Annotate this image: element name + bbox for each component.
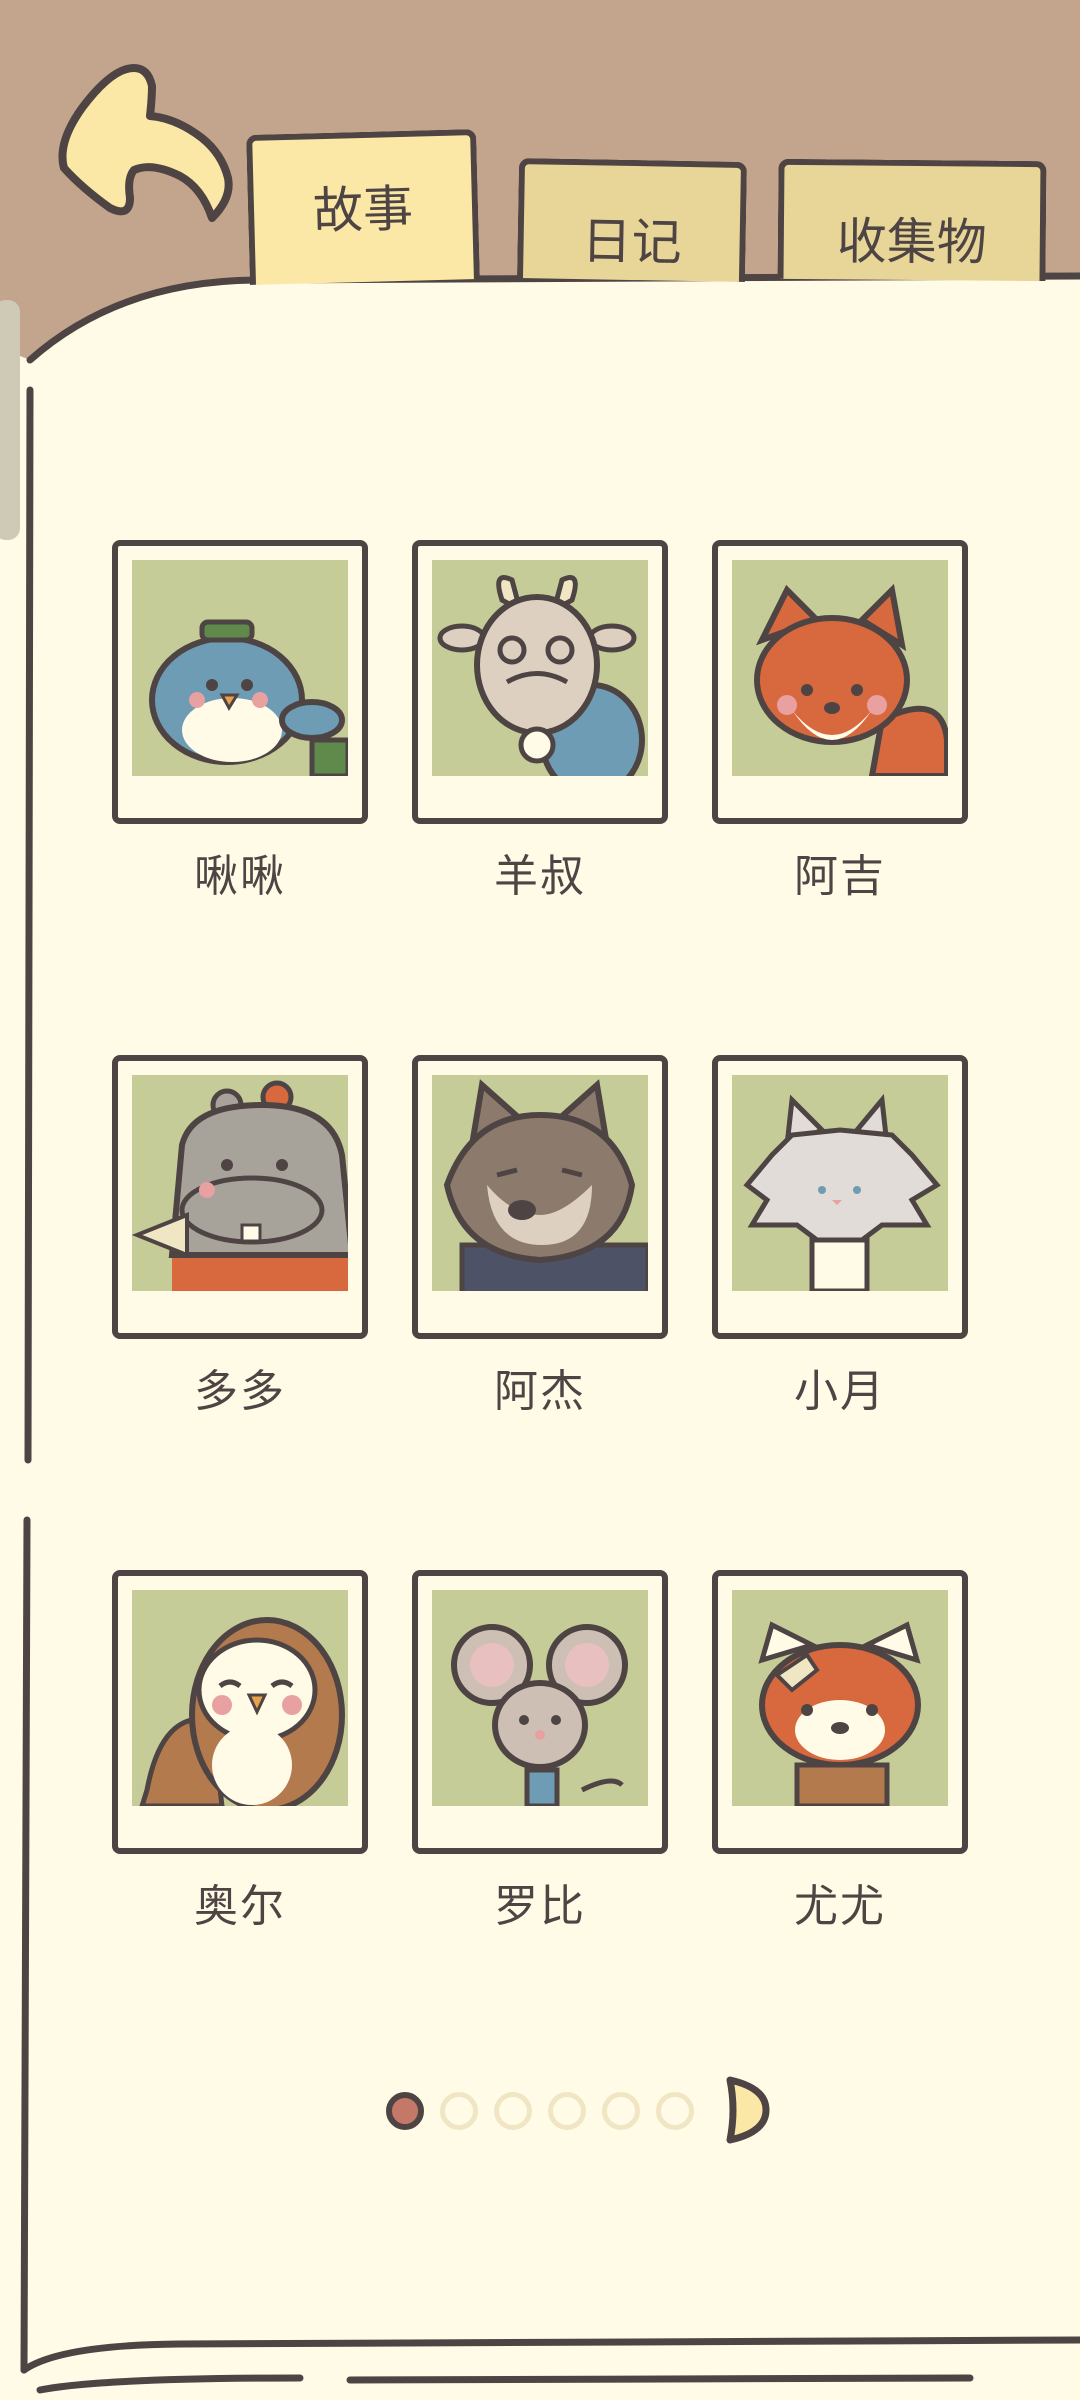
photo-frame	[412, 1055, 668, 1339]
photo-frame	[412, 1570, 668, 1854]
blue-bird-portrait	[132, 560, 348, 776]
character-name: 罗比	[494, 1881, 586, 1932]
character-card-youyou[interactable]: 尤尤	[712, 1570, 968, 1988]
character-name: 奥尔	[194, 1881, 286, 1932]
character-card-luobi[interactable]: 罗比	[412, 1570, 668, 1988]
character-name: 尤尤	[794, 1881, 886, 1932]
page-dot-3[interactable]	[494, 2092, 532, 2130]
page-dot-2[interactable]	[440, 2092, 478, 2130]
photo-frame	[712, 1570, 968, 1854]
white-cat-portrait	[732, 1075, 948, 1291]
character-card-jiujiu[interactable]: 啾啾	[112, 540, 368, 958]
page-dot-1[interactable]	[386, 2092, 424, 2130]
character-grid: 啾啾 羊叔 阿吉 多多 阿杰 小月 奥尔 罗比 尤尤	[0, 0, 1080, 2400]
photo-frame	[112, 1055, 368, 1339]
photo-frame	[112, 1570, 368, 1854]
character-card-ajie[interactable]: 阿杰	[412, 1055, 668, 1473]
character-card-duoduo[interactable]: 多多	[112, 1055, 368, 1473]
character-name: 羊叔	[494, 851, 586, 902]
goat-portrait	[432, 560, 648, 776]
mouse-portrait	[432, 1590, 648, 1806]
wolf-portrait	[432, 1075, 648, 1291]
page-indicator	[380, 2080, 780, 2140]
owl-portrait	[132, 1590, 348, 1806]
character-card-yangshu[interactable]: 羊叔	[412, 540, 668, 958]
page-dot-5[interactable]	[602, 2092, 640, 2130]
photo-frame	[112, 540, 368, 824]
character-name: 多多	[194, 1366, 286, 1417]
photo-frame	[712, 540, 968, 824]
fox-portrait	[732, 560, 948, 776]
next-page-arrow-icon[interactable]	[722, 2074, 772, 2146]
character-name: 啾啾	[194, 851, 286, 902]
photo-frame	[412, 540, 668, 824]
red-panda-portrait	[732, 1590, 948, 1806]
photo-frame	[712, 1055, 968, 1339]
character-name: 小月	[794, 1366, 886, 1417]
character-name: 阿吉	[794, 851, 886, 902]
character-card-aoer[interactable]: 奥尔	[112, 1570, 368, 1988]
character-card-aji[interactable]: 阿吉	[712, 540, 968, 958]
character-card-xiaoyue[interactable]: 小月	[712, 1055, 968, 1473]
hippo-portrait	[132, 1075, 348, 1291]
character-name: 阿杰	[494, 1366, 586, 1417]
page-dot-4[interactable]	[548, 2092, 586, 2130]
page-dot-6[interactable]	[656, 2092, 694, 2130]
